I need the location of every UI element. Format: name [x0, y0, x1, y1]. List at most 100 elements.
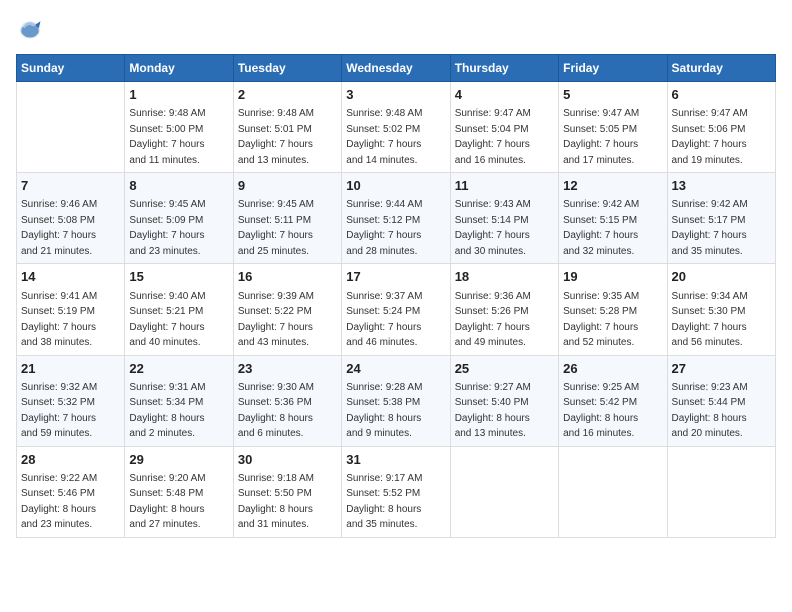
day-number: 19: [563, 268, 662, 286]
day-number: 14: [21, 268, 120, 286]
day-info: Sunrise: 9:47 AM Sunset: 5:05 PM Dayligh…: [563, 108, 639, 166]
day-info: Sunrise: 9:40 AM Sunset: 5:21 PM Dayligh…: [129, 291, 205, 349]
day-info: Sunrise: 9:48 AM Sunset: 5:00 PM Dayligh…: [129, 108, 205, 166]
day-info: Sunrise: 9:43 AM Sunset: 5:14 PM Dayligh…: [455, 199, 531, 257]
day-number: 22: [129, 360, 228, 378]
day-cell: 14Sunrise: 9:41 AM Sunset: 5:19 PM Dayli…: [17, 264, 125, 355]
day-number: 5: [563, 86, 662, 104]
day-cell: 16Sunrise: 9:39 AM Sunset: 5:22 PM Dayli…: [233, 264, 341, 355]
day-number: 17: [346, 268, 445, 286]
week-row-5: 28Sunrise: 9:22 AM Sunset: 5:46 PM Dayli…: [17, 446, 776, 537]
day-cell: 6Sunrise: 9:47 AM Sunset: 5:06 PM Daylig…: [667, 82, 775, 173]
day-cell: 26 Sunrise: 9:25 AM Sunset: 5:42 PM Dayli…: [559, 355, 667, 446]
day-cell: 15Sunrise: 9:40 AM Sunset: 5:21 PM Dayli…: [125, 264, 233, 355]
week-row-1: 1 Sunrise: 9:48 AM Sunset: 5:00 PM Daylig…: [17, 82, 776, 173]
week-row-4: 21Sunrise: 9:32 AM Sunset: 5:32 PM Dayli…: [17, 355, 776, 446]
day-cell: 30 Sunrise: 9:18 AM Sunset: 5:50 PM Dayli…: [233, 446, 341, 537]
day-cell: 11 Sunrise: 9:43 AM Sunset: 5:14 PM Dayli…: [450, 173, 558, 264]
day-info: Sunrise: 9:47 AM Sunset: 5:04 PM Dayligh…: [455, 108, 531, 166]
day-cell: 9 Sunrise: 9:45 AM Sunset: 5:11 PM Daylig…: [233, 173, 341, 264]
day-info: Sunrise: 9:48 AM Sunset: 5:01 PM Dayligh…: [238, 108, 314, 166]
day-number: 7: [21, 177, 120, 195]
day-cell: 28Sunrise: 9:22 AM Sunset: 5:46 PM Dayli…: [17, 446, 125, 537]
day-info: Sunrise: 9:42 AM Sunset: 5:15 PM Dayligh…: [563, 199, 639, 257]
day-cell: 18 Sunrise: 9:36 AM Sunset: 5:26 PM Dayli…: [450, 264, 558, 355]
header-cell-friday: Friday: [559, 55, 667, 82]
day-cell: 19 Sunrise: 9:35 AM Sunset: 5:28 PM Dayli…: [559, 264, 667, 355]
day-cell: [17, 82, 125, 173]
day-number: 9: [238, 177, 337, 195]
day-info: Sunrise: 9:32 AM Sunset: 5:32 PM Dayligh…: [21, 382, 97, 440]
day-cell: [559, 446, 667, 537]
day-info: Sunrise: 9:27 AM Sunset: 5:40 PM Dayligh…: [455, 382, 531, 440]
day-number: 25: [455, 360, 554, 378]
day-number: 10: [346, 177, 445, 195]
day-cell: 31Sunrise: 9:17 AM Sunset: 5:52 PM Dayli…: [342, 446, 450, 537]
day-cell: 2 Sunrise: 9:48 AM Sunset: 5:01 PM Daylig…: [233, 82, 341, 173]
day-info: Sunrise: 9:42 AM Sunset: 5:17 PM Dayligh…: [672, 199, 748, 257]
day-number: 8: [129, 177, 228, 195]
logo-icon: [16, 16, 44, 44]
day-info: Sunrise: 9:28 AM Sunset: 5:38 PM Dayligh…: [346, 382, 422, 440]
day-cell: 17 Sunrise: 9:37 AM Sunset: 5:24 PM Dayli…: [342, 264, 450, 355]
day-number: 27: [672, 360, 771, 378]
day-info: Sunrise: 9:37 AM Sunset: 5:24 PM Dayligh…: [346, 291, 422, 349]
day-cell: 10 Sunrise: 9:44 AM Sunset: 5:12 PM Dayli…: [342, 173, 450, 264]
day-number: 29: [129, 451, 228, 469]
day-cell: 27 Sunrise: 9:23 AM Sunset: 5:44 PM Dayli…: [667, 355, 775, 446]
day-cell: 22 Sunrise: 9:31 AM Sunset: 5:34 PM Dayli…: [125, 355, 233, 446]
page-header: [16, 16, 776, 44]
day-info: Sunrise: 9:20 AM Sunset: 5:48 PM Dayligh…: [129, 473, 205, 531]
day-number: 30: [238, 451, 337, 469]
header-cell-tuesday: Tuesday: [233, 55, 341, 82]
day-number: 1: [129, 86, 228, 104]
day-info: Sunrise: 9:34 AM Sunset: 5:30 PM Dayligh…: [672, 291, 748, 349]
header-cell-saturday: Saturday: [667, 55, 775, 82]
day-info: Sunrise: 9:45 AM Sunset: 5:11 PM Dayligh…: [238, 199, 314, 257]
day-cell: 5 Sunrise: 9:47 AM Sunset: 5:05 PM Daylig…: [559, 82, 667, 173]
day-info: Sunrise: 9:39 AM Sunset: 5:22 PM Dayligh…: [238, 291, 314, 349]
header-cell-sunday: Sunday: [17, 55, 125, 82]
week-row-2: 7 Sunrise: 9:46 AM Sunset: 5:08 PM Daylig…: [17, 173, 776, 264]
day-info: Sunrise: 9:47 AM Sunset: 5:06 PM Dayligh…: [672, 108, 748, 166]
day-cell: 13 Sunrise: 9:42 AM Sunset: 5:17 PM Dayli…: [667, 173, 775, 264]
day-cell: 25 Sunrise: 9:27 AM Sunset: 5:40 PM Dayli…: [450, 355, 558, 446]
day-info: Sunrise: 9:31 AM Sunset: 5:34 PM Dayligh…: [129, 382, 205, 440]
day-number: 13: [672, 177, 771, 195]
day-info: Sunrise: 9:44 AM Sunset: 5:12 PM Dayligh…: [346, 199, 422, 257]
day-number: 26: [563, 360, 662, 378]
day-cell: 1 Sunrise: 9:48 AM Sunset: 5:00 PM Daylig…: [125, 82, 233, 173]
logo: [16, 16, 48, 44]
day-info: Sunrise: 9:45 AM Sunset: 5:09 PM Dayligh…: [129, 199, 205, 257]
day-info: Sunrise: 9:17 AM Sunset: 5:52 PM Dayligh…: [346, 473, 422, 531]
day-info: Sunrise: 9:30 AM Sunset: 5:36 PM Dayligh…: [238, 382, 314, 440]
header-cell-thursday: Thursday: [450, 55, 558, 82]
day-info: Sunrise: 9:46 AM Sunset: 5:08 PM Dayligh…: [21, 199, 97, 257]
day-info: Sunrise: 9:23 AM Sunset: 5:44 PM Dayligh…: [672, 382, 748, 440]
header-cell-monday: Monday: [125, 55, 233, 82]
day-cell: 21Sunrise: 9:32 AM Sunset: 5:32 PM Dayli…: [17, 355, 125, 446]
day-number: 11: [455, 177, 554, 195]
header-row: SundayMondayTuesdayWednesdayThursdayFrid…: [17, 55, 776, 82]
day-cell: 24Sunrise: 9:28 AM Sunset: 5:38 PM Dayli…: [342, 355, 450, 446]
day-cell: 4 Sunrise: 9:47 AM Sunset: 5:04 PM Daylig…: [450, 82, 558, 173]
day-number: 18: [455, 268, 554, 286]
day-number: 23: [238, 360, 337, 378]
day-info: Sunrise: 9:35 AM Sunset: 5:28 PM Dayligh…: [563, 291, 639, 349]
day-info: Sunrise: 9:25 AM Sunset: 5:42 PM Dayligh…: [563, 382, 639, 440]
day-info: Sunrise: 9:18 AM Sunset: 5:50 PM Dayligh…: [238, 473, 314, 531]
day-number: 3: [346, 86, 445, 104]
calendar-header: SundayMondayTuesdayWednesdayThursdayFrid…: [17, 55, 776, 82]
day-cell: 12Sunrise: 9:42 AM Sunset: 5:15 PM Dayli…: [559, 173, 667, 264]
week-row-3: 14Sunrise: 9:41 AM Sunset: 5:19 PM Dayli…: [17, 264, 776, 355]
day-cell: [450, 446, 558, 537]
day-info: Sunrise: 9:36 AM Sunset: 5:26 PM Dayligh…: [455, 291, 531, 349]
day-number: 4: [455, 86, 554, 104]
calendar-table: SundayMondayTuesdayWednesdayThursdayFrid…: [16, 54, 776, 538]
day-number: 20: [672, 268, 771, 286]
day-info: Sunrise: 9:48 AM Sunset: 5:02 PM Dayligh…: [346, 108, 422, 166]
day-number: 2: [238, 86, 337, 104]
day-cell: 29 Sunrise: 9:20 AM Sunset: 5:48 PM Dayli…: [125, 446, 233, 537]
day-cell: 3 Sunrise: 9:48 AM Sunset: 5:02 PM Daylig…: [342, 82, 450, 173]
day-cell: 8 Sunrise: 9:45 AM Sunset: 5:09 PM Daylig…: [125, 173, 233, 264]
